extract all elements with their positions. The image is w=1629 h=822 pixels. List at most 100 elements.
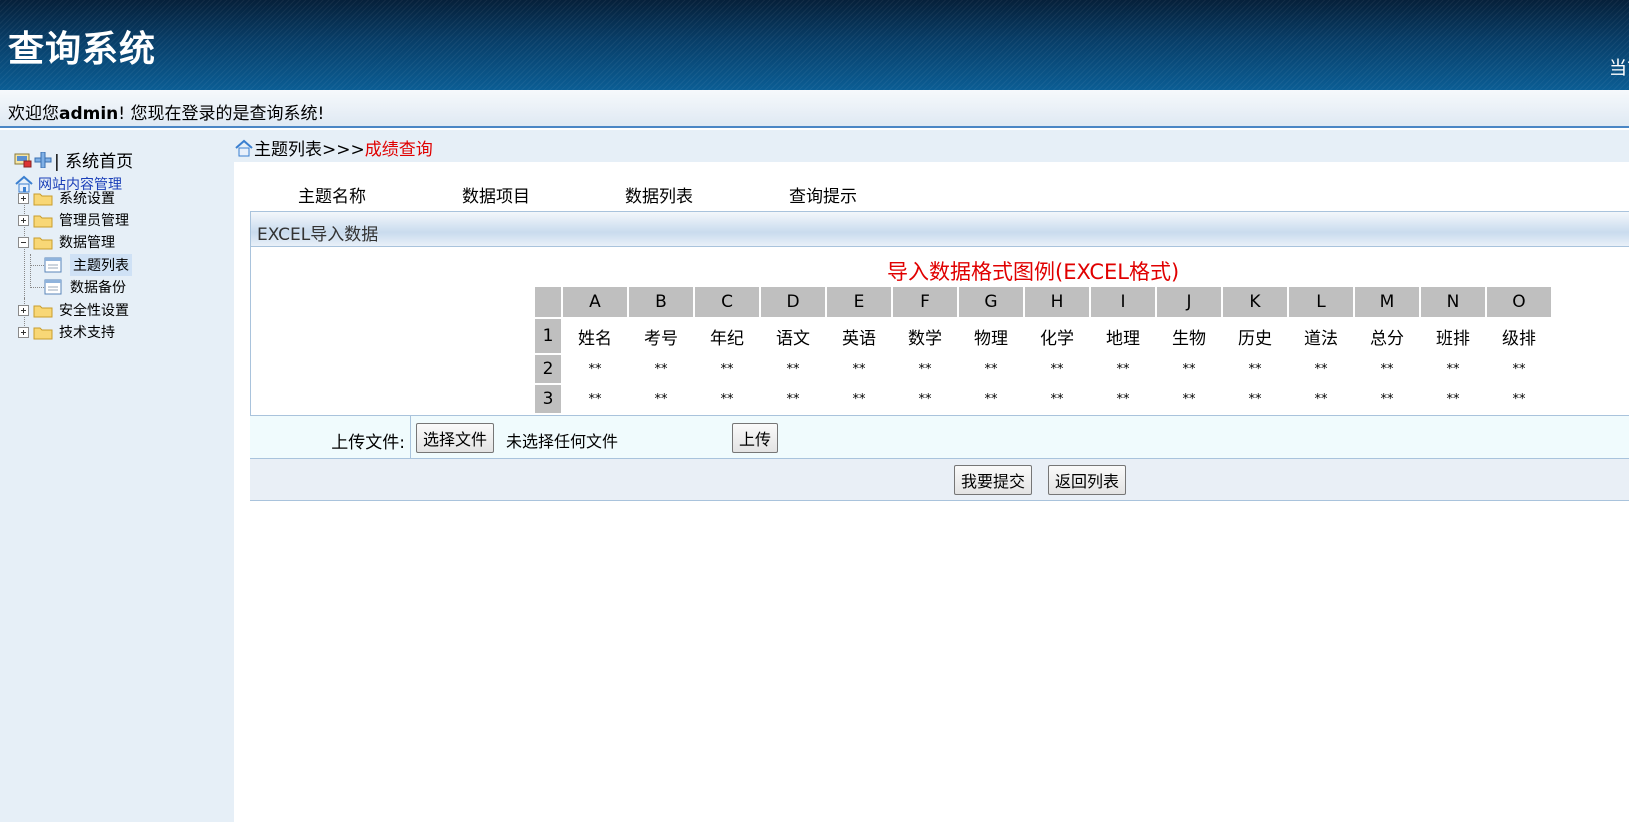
upload-button[interactable]: 上传 xyxy=(732,423,779,453)
excel-corner-cell xyxy=(535,287,561,317)
excel-cell: ** xyxy=(852,391,866,407)
excel-cell: 地理 xyxy=(1106,328,1140,349)
monitor-icon xyxy=(14,153,32,167)
excel-cell: ** xyxy=(1446,361,1460,377)
sidebar: | 系统首页 网站内容管理 系统设置 管理员管理 数据管理 主题列表 数据备份 xyxy=(0,130,234,822)
excel-row-number: 2 xyxy=(535,355,561,383)
excel-cell: ** xyxy=(1248,361,1262,377)
sidebar-item-security-settings[interactable]: 安全性设置 xyxy=(18,300,129,320)
excel-cell: 年纪 xyxy=(710,328,744,349)
sidebar-item-system-settings[interactable]: 系统设置 xyxy=(18,188,115,208)
excel-column-header: G xyxy=(959,287,1023,317)
excel-column-header: F xyxy=(893,287,957,317)
excel-cell: ** xyxy=(984,361,998,377)
sidebar-item-label: 系统设置 xyxy=(59,191,115,207)
choose-file-button[interactable]: 选择文件 xyxy=(416,423,495,453)
breadcrumb-bar: 主题列表>>> 成绩查询 xyxy=(234,130,1629,162)
home-icon xyxy=(235,139,253,156)
folder-icon xyxy=(33,215,53,227)
excel-cell: ** xyxy=(984,391,998,407)
excel-cell: ** xyxy=(588,391,602,407)
excel-column-header: L xyxy=(1289,287,1353,317)
sidebar-item-admin-management[interactable]: 管理员管理 xyxy=(18,210,129,230)
tab-data-items[interactable]: 数据项目 xyxy=(462,182,530,207)
excel-cell: 化学 xyxy=(1040,328,1074,349)
excel-cell: ** xyxy=(1182,361,1196,377)
excel-column-header: B xyxy=(629,287,693,317)
excel-cell: ** xyxy=(918,361,932,377)
folder-icon xyxy=(33,327,53,339)
tab-topic-name[interactable]: 主题名称 xyxy=(298,182,366,207)
breadcrumb-current: 成绩查询 xyxy=(364,140,433,160)
welcome-bar: 欢迎您admin! 您现在登录的是查询系统! xyxy=(0,90,1629,128)
upload-row: 上传文件: 选择文件 未选择任何文件 上传 xyxy=(250,415,1629,459)
excel-column-header: E xyxy=(827,287,891,317)
excel-cell: ** xyxy=(852,361,866,377)
excel-column-header: A xyxy=(563,287,627,317)
excel-cell: ** xyxy=(588,361,602,377)
excel-cell: ** xyxy=(1248,391,1262,407)
folder-icon xyxy=(33,305,53,317)
sidebar-item-data-management[interactable]: 数据管理 xyxy=(18,232,115,252)
excel-cell: ** xyxy=(654,391,668,407)
expand-icon[interactable] xyxy=(18,214,29,226)
sidebar-item-tech-support[interactable]: 技术支持 xyxy=(18,322,115,342)
excel-row-number: 3 xyxy=(535,385,561,413)
folder-icon xyxy=(33,193,53,205)
excel-column-header: D xyxy=(761,287,825,317)
tree-connector xyxy=(30,265,44,266)
plus-icon xyxy=(34,151,52,168)
excel-row: 1 姓名 考号 年纪 语文 英语 数学 物理 化学 地理 生物 历史 道法 总分 班排 级排 xyxy=(535,319,1551,353)
excel-column-header: J xyxy=(1157,287,1221,317)
excel-cell: ** xyxy=(786,391,800,407)
excel-cell: 历史 xyxy=(1238,328,1272,349)
sidebar-home[interactable]: | 系统首页 xyxy=(14,147,133,172)
collapse-icon[interactable] xyxy=(18,236,29,248)
expand-icon[interactable] xyxy=(18,326,29,338)
divider xyxy=(410,416,411,458)
welcome-prefix: 欢迎您 xyxy=(8,104,59,124)
expand-icon[interactable] xyxy=(18,304,29,316)
excel-cell: ** xyxy=(786,361,800,377)
submit-button[interactable]: 我要提交 xyxy=(954,465,1033,495)
excel-cell: ** xyxy=(654,361,668,377)
sidebar-item-label: 管理员管理 xyxy=(59,213,129,229)
sidebar-item-label: 技术支持 xyxy=(59,325,115,341)
excel-cell: ** xyxy=(1512,391,1526,407)
excel-cell: ** xyxy=(720,361,734,377)
header-right-text: 当前 xyxy=(1609,58,1629,79)
sidebar-item-label: 数据管理 xyxy=(59,235,115,251)
breadcrumb-path[interactable]: 主题列表>>> xyxy=(254,135,365,160)
folder-open-icon xyxy=(33,237,53,249)
tab-query-hint[interactable]: 查询提示 xyxy=(789,182,857,207)
tree-connector xyxy=(30,254,31,288)
submit-row: 我要提交 返回列表 xyxy=(250,459,1629,501)
excel-cell: ** xyxy=(720,391,734,407)
excel-column-header: O xyxy=(1487,287,1551,317)
excel-cell: ** xyxy=(1116,361,1130,377)
back-to-list-button[interactable]: 返回列表 xyxy=(1048,465,1127,495)
excel-column-header: C xyxy=(695,287,759,317)
sidebar-item-data-backup[interactable]: 数据备份 xyxy=(44,277,126,297)
excel-cell: ** xyxy=(1116,391,1130,407)
excel-cell: 班排 xyxy=(1436,328,1470,349)
excel-cell: ** xyxy=(1314,391,1328,407)
sidebar-item-label: 主题列表 xyxy=(70,254,132,276)
excel-column-header: H xyxy=(1025,287,1089,317)
sidebar-item-topic-list[interactable]: 主题列表 xyxy=(44,254,132,276)
expand-icon[interactable] xyxy=(18,192,29,204)
tab-data-list[interactable]: 数据列表 xyxy=(625,182,693,207)
excel-cell: ** xyxy=(1446,391,1460,407)
excel-cell: 总分 xyxy=(1370,328,1404,349)
excel-cell: ** xyxy=(918,391,932,407)
welcome-text: 欢迎您admin! 您现在登录的是查询系统! xyxy=(8,99,324,124)
excel-column-header: N xyxy=(1421,287,1485,317)
excel-cell: ** xyxy=(1050,391,1064,407)
sidebar-home-label: | 系统首页 xyxy=(54,152,134,172)
excel-cell: ** xyxy=(1512,361,1526,377)
excel-cell: 英语 xyxy=(842,328,876,349)
excel-cell: 语文 xyxy=(776,328,810,349)
excel-cell: 道法 xyxy=(1304,328,1338,349)
panel-title: EXCEL导入数据 xyxy=(251,212,1629,247)
excel-column-header: I xyxy=(1091,287,1155,317)
